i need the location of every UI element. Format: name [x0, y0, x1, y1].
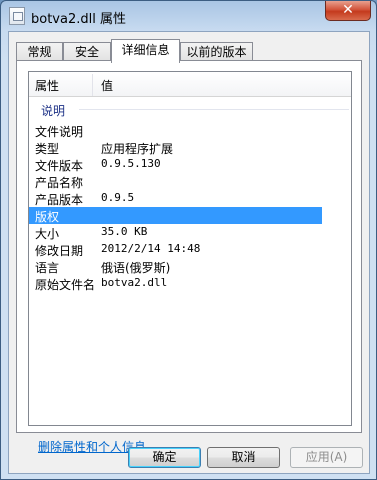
list-item[interactable]: 类型 应用程序扩展 [29, 139, 351, 156]
property-name: 版权 [35, 210, 60, 224]
property-value: 0.9.5.130 [101, 157, 161, 170]
tab-previous-versions[interactable]: 以前的版本 [180, 42, 253, 62]
property-value: 0.9.5 [101, 191, 135, 204]
dialog-client: 常规 安全 详细信息 以前的版本 属性 值 说明 文件说明 类型 应用程序扩展 … [8, 31, 370, 474]
property-value: 应用程序扩展 [101, 142, 174, 156]
apply-button[interactable]: 应用(A) [290, 447, 363, 468]
property-name: 语言 [35, 261, 60, 275]
property-name: 类型 [35, 142, 60, 156]
group-label: 说明 [41, 104, 66, 118]
group-header-description: 说明 [35, 102, 349, 118]
property-name: 产品版本 [35, 193, 84, 207]
tab-strip: 常规 安全 详细信息 以前的版本 [16, 39, 356, 63]
window-title: botva2.dll 属性 [31, 12, 126, 27]
column-separator[interactable] [92, 74, 93, 96]
property-name: 原始文件名 [35, 278, 96, 292]
list-item[interactable]: 文件说明 [29, 122, 351, 139]
list-header: 属性 值 [29, 72, 351, 97]
properties-window: botva2.dll 属性 ✕ 常规 安全 详细信息 以前的版本 属性 值 说明 [0, 0, 377, 480]
property-value: 2012/2/14 14:48 [101, 242, 201, 255]
tab-security[interactable]: 安全 [63, 42, 111, 62]
close-button[interactable]: ✕ [325, 1, 371, 21]
close-icon: ✕ [342, 2, 354, 18]
list-item[interactable]: 产品名称 [29, 173, 351, 190]
column-header-value[interactable]: 值 [101, 77, 113, 94]
cancel-button[interactable]: 取消 [207, 447, 280, 468]
property-value: botva2.dll [101, 276, 168, 289]
property-name: 产品名称 [35, 176, 84, 190]
list-item-selected[interactable]: 版权 [29, 207, 322, 224]
list-item[interactable]: 文件版本 0.9.5.130 [29, 156, 351, 173]
ok-button[interactable]: 确定 [128, 447, 201, 468]
property-name: 文件说明 [35, 125, 84, 139]
list-item[interactable]: 语言 俄语(俄罗斯) [29, 258, 351, 275]
list-item[interactable]: 大小 35.0 KB [29, 224, 351, 241]
tab-general[interactable]: 常规 [16, 42, 63, 62]
property-value: 35.0 KB [101, 225, 148, 238]
dll-file-icon [9, 7, 25, 25]
details-panel: 属性 值 说明 文件说明 类型 应用程序扩展 文件版本 0.9.5.130 产品… [16, 60, 362, 454]
details-list[interactable]: 属性 值 说明 文件说明 类型 应用程序扩展 文件版本 0.9.5.130 产品… [28, 71, 352, 426]
property-name: 修改日期 [35, 244, 84, 258]
list-item[interactable]: 产品版本 0.9.5 [29, 190, 351, 207]
list-item[interactable]: 原始文件名 botva2.dll [29, 275, 351, 292]
column-header-property[interactable]: 属性 [35, 77, 59, 94]
property-value: 俄语(俄罗斯) [101, 261, 171, 275]
property-name: 大小 [35, 227, 60, 241]
title-bar[interactable]: botva2.dll 属性 ✕ [1, 1, 376, 31]
property-name: 文件版本 [35, 159, 84, 173]
list-item[interactable]: 修改日期 2012/2/14 14:48 [29, 241, 351, 258]
group-divider [79, 109, 349, 110]
tab-details[interactable]: 详细信息 [111, 39, 180, 63]
